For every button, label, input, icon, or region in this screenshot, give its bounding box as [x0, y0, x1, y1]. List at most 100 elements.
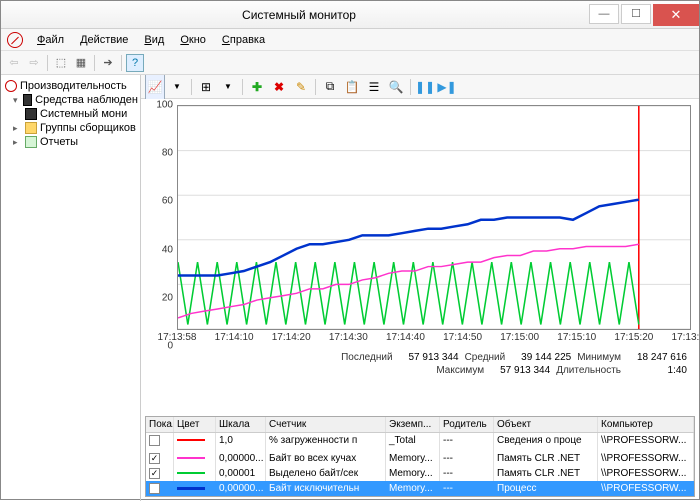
col-color[interactable]: Цвет — [174, 417, 216, 432]
col-counter[interactable]: Счетчик — [266, 417, 386, 432]
help-button[interactable]: ? — [126, 54, 144, 72]
tree-item-tools[interactable]: ▾Средства наблюден — [3, 93, 138, 107]
x-tick: 17:15:20 — [614, 332, 653, 343]
counter-header: Пока... Цвет Шкала Счетчик Экземп... Род… — [146, 417, 694, 433]
counter-row[interactable]: ✓0,00001Выделено байт/секMemory...---Пам… — [146, 466, 694, 481]
color-swatch — [177, 487, 205, 490]
freeze-button[interactable]: ❚❚ — [415, 78, 435, 96]
scale-cell: 1,0 — [216, 433, 266, 451]
stat-last-label: Последний — [341, 352, 392, 363]
add-counter-button[interactable]: ✚ — [247, 78, 267, 96]
perfmon-toolbar: 📈 ▼ ⊞ ▼ ✚ ✖ ✎ ⧉ 📋 ☰ 🔍 ❚❚ ▶❚ — [141, 75, 699, 99]
chart[interactable] — [177, 105, 691, 330]
x-tick: 17:13:57 — [672, 332, 699, 343]
y-tick: 20 — [162, 292, 173, 303]
maximize-button[interactable]: ☐ — [621, 4, 651, 24]
col-scale[interactable]: Шкала — [216, 417, 266, 432]
show-checkbox[interactable]: ✓ — [149, 453, 160, 464]
stat-dur-label: Длительность — [556, 365, 621, 376]
show-hide-button[interactable]: ▦ — [72, 54, 90, 72]
counter-table: Пока... Цвет Шкала Счетчик Экземп... Род… — [145, 416, 695, 497]
menu-help-label: правка — [230, 34, 265, 46]
histogram-dropdown[interactable]: ▼ — [218, 78, 238, 96]
export-button[interactable]: ➔ — [99, 54, 117, 72]
scale-cell: 0,00000... — [216, 451, 266, 466]
close-button[interactable]: ✕ — [653, 4, 699, 26]
menu-help[interactable]: Справка — [214, 34, 273, 46]
zoom-button[interactable]: 🔍 — [386, 78, 406, 96]
color-swatch — [177, 439, 205, 441]
parent-cell: --- — [440, 466, 494, 481]
computer-cell: \\PROFESSORW... — [598, 451, 694, 466]
stats-row-1: Последний 57 913 344 Средний 39 144 225 … — [149, 350, 691, 363]
counter-row[interactable]: 1,0% загруженности п_Total---Сведения о … — [146, 433, 694, 451]
tree-item-reports[interactable]: ▸Отчеты — [3, 135, 138, 149]
counter-cell: Байт исключительн — [266, 481, 386, 496]
minimize-button[interactable]: — — [589, 4, 619, 24]
col-show[interactable]: Пока... — [146, 417, 174, 432]
stat-min-label: Минимум — [577, 352, 621, 363]
show-checkbox[interactable] — [149, 435, 160, 446]
menu-view[interactable]: Вид — [136, 34, 172, 46]
forward-button: ⇨ — [25, 54, 43, 72]
expand-icon[interactable]: ▸ — [13, 137, 22, 148]
y-axis: 020406080100 — [149, 105, 175, 346]
menu-view-label: ид — [152, 34, 165, 46]
counter-cell: Байт во всех кучах — [266, 451, 386, 466]
separator — [47, 55, 48, 71]
x-tick: 17:14:40 — [386, 332, 425, 343]
window-title: Системный монитор — [9, 8, 589, 22]
menu-action[interactable]: Действие — [72, 34, 136, 46]
object-cell: Память CLR .NET — [494, 451, 598, 466]
computer-cell: \\PROFESSORW... — [598, 466, 694, 481]
separator — [315, 79, 316, 95]
col-parent[interactable]: Родитель — [440, 417, 494, 432]
tree-root[interactable]: Производительность — [3, 79, 138, 93]
histogram-button[interactable]: ⊞ — [196, 78, 216, 96]
object-cell: Память CLR .NET — [494, 466, 598, 481]
counter-row[interactable]: ✓0,00000...Байт исключительнMemory...---… — [146, 481, 694, 496]
monitor-icon — [23, 94, 32, 106]
delete-counter-button[interactable]: ✖ — [269, 78, 289, 96]
collapse-icon[interactable]: ▾ — [13, 95, 20, 106]
x-tick: 17:13:58 — [158, 332, 197, 343]
y-tick: 80 — [162, 148, 173, 159]
update-button[interactable]: ▶❚ — [437, 78, 457, 96]
menu-file[interactable]: Файл — [29, 34, 72, 46]
x-axis: 17:13:5817:14:1017:14:2017:14:3017:14:40… — [177, 330, 691, 346]
col-instance[interactable]: Экземп... — [386, 417, 440, 432]
show-checkbox[interactable]: ✓ — [149, 468, 160, 479]
separator — [94, 55, 95, 71]
expand-icon[interactable]: ▸ — [13, 123, 22, 134]
stat-last-value: 57 913 344 — [399, 352, 459, 363]
menu-window[interactable]: Окно — [172, 34, 214, 46]
stat-avg-label: Средний — [465, 352, 506, 363]
x-tick: 17:15:10 — [557, 332, 596, 343]
stat-max-label: Максимум — [436, 365, 484, 376]
col-computer[interactable]: Компьютер — [598, 417, 694, 432]
instance-cell: Memory... — [386, 451, 440, 466]
paste-button[interactable]: 📋 — [342, 78, 362, 96]
separator — [242, 79, 243, 95]
view-dropdown[interactable]: ▼ — [167, 78, 187, 96]
show-checkbox[interactable]: ✓ — [149, 483, 160, 494]
tree-item-collectors[interactable]: ▸Группы сборщиков — [3, 121, 138, 135]
counter-row[interactable]: ✓0,00000...Байт во всех кучахMemory...--… — [146, 451, 694, 466]
properties-button[interactable]: ☰ — [364, 78, 384, 96]
x-tick: 17:14:20 — [272, 332, 311, 343]
menu-file-label: айл — [45, 34, 64, 46]
mmc-toolbar: ⇦ ⇨ ⬚ ▦ ➔ ? — [1, 51, 699, 75]
scale-cell: 0,00000... — [216, 481, 266, 496]
monitor-icon — [25, 108, 37, 120]
report-icon — [25, 136, 37, 148]
tree-item-sysmon[interactable]: Системный мони — [3, 107, 138, 121]
object-cell: Процесс — [494, 481, 598, 496]
copy-button[interactable]: ⧉ — [320, 78, 340, 96]
col-object[interactable]: Объект — [494, 417, 598, 432]
tree-label: Системный мони — [40, 108, 127, 120]
highlight-button[interactable]: ✎ — [291, 78, 311, 96]
up-button[interactable]: ⬚ — [52, 54, 70, 72]
y-tick: 40 — [162, 244, 173, 255]
tree-pane: Производительность ▾Средства наблюден Си… — [1, 75, 141, 501]
menu-window-label: кно — [189, 34, 206, 46]
